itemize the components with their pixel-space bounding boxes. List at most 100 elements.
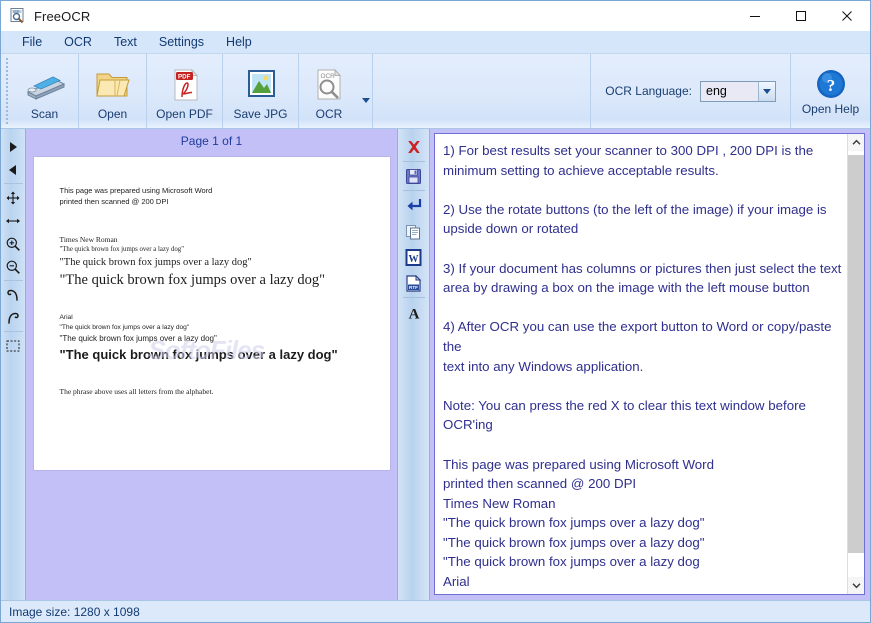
- doc-header-line-1: This page was prepared using Microsoft W…: [59, 186, 213, 195]
- save-jpg-button[interactable]: Save JPG: [223, 54, 299, 128]
- ocr-language-select[interactable]: eng: [700, 80, 776, 102]
- scrollbar-thumb[interactable]: [848, 155, 864, 553]
- save-jpg-button-label: Save JPG: [233, 107, 288, 121]
- previous-page-button[interactable]: [2, 158, 25, 181]
- open-help-label: Open Help: [801, 101, 860, 116]
- ocr-language-value: eng: [706, 84, 727, 98]
- zoom-in-button[interactable]: [2, 232, 25, 255]
- menu-settings[interactable]: Settings: [148, 33, 215, 51]
- doc-header-line-2: printed then scanned @ 200 DPI: [59, 197, 169, 206]
- ocr-button[interactable]: OCR OCR: [299, 54, 359, 128]
- clear-text-button[interactable]: [401, 134, 427, 160]
- freeocr-window: OCR FreeOCR File OCR Text Settings Help: [0, 0, 871, 623]
- chevron-up-icon[interactable]: [848, 134, 864, 151]
- ocr-text-box[interactable]: 1) For best results set your scanner to …: [434, 133, 865, 595]
- ocr-language-group: OCR Language: eng: [590, 54, 790, 128]
- menu-help[interactable]: Help: [215, 33, 263, 51]
- text-action-toolbar: W RTF A: [397, 129, 430, 600]
- svg-text:A: A: [408, 306, 419, 321]
- menu-file[interactable]: File: [11, 33, 53, 51]
- doc-section-1-line-2: "The quick brown fox jumps over a lazy d…: [59, 257, 252, 268]
- doc-section-1-title: Times New Roman: [59, 235, 118, 244]
- open-help-button[interactable]: ? Open Help: [790, 54, 870, 128]
- doc-spacer: [60, 291, 390, 313]
- image-picture-icon: [242, 65, 280, 105]
- nav-divider: [3, 280, 23, 281]
- window-controls: [732, 1, 870, 31]
- scan-button-label: Scan: [30, 107, 59, 121]
- copy-to-clipboard-button[interactable]: [401, 218, 427, 244]
- save-text-button[interactable]: [401, 163, 427, 189]
- rotate-left-button[interactable]: [2, 283, 25, 306]
- scan-button[interactable]: Scan: [11, 54, 79, 128]
- close-button[interactable]: [824, 1, 870, 31]
- open-pdf-button-label: Open PDF: [156, 107, 213, 121]
- doc-section-1-line-3: "The quick brown fox jumps over a lazy d…: [59, 272, 326, 288]
- doc-section-2-line-3: "The quick brown fox jumps over a lazy d…: [59, 347, 338, 362]
- action-divider: [402, 190, 425, 191]
- zoom-out-button[interactable]: [2, 255, 25, 278]
- svg-text:PDF: PDF: [178, 74, 191, 81]
- doc-section-1-line-1: "The quick brown fox jumps over a lazy d…: [59, 246, 184, 253]
- menu-text[interactable]: Text: [103, 33, 148, 51]
- svg-text:W: W: [409, 254, 419, 265]
- svg-text:RTF: RTF: [409, 285, 418, 290]
- rotate-right-button[interactable]: [2, 306, 25, 329]
- page-indicator: Page 1 of 1: [180, 134, 243, 148]
- scanned-page[interactable]: This page was prepared using Microsoft W…: [32, 156, 391, 471]
- folder-open-icon: [93, 65, 133, 105]
- text-vertical-scrollbar[interactable]: [847, 134, 864, 594]
- doc-section-2-title: Arial: [59, 314, 73, 321]
- menu-bar: File OCR Text Settings Help: [1, 31, 870, 54]
- image-size-status: Image size: 1280 x 1098: [9, 604, 140, 619]
- doc-section-2-line-2: "The quick brown fox jumps over a lazy d…: [59, 334, 217, 343]
- font-button[interactable]: A: [401, 299, 427, 325]
- svg-text:?: ?: [826, 76, 835, 95]
- scrollbar-track[interactable]: [848, 151, 864, 577]
- image-nav-toolbar: [1, 129, 26, 600]
- scanner-document-icon: OCR: [9, 7, 27, 25]
- action-divider: [402, 161, 425, 162]
- insert-newline-button[interactable]: [401, 192, 427, 218]
- open-button[interactable]: Open: [79, 54, 147, 128]
- action-divider: [402, 297, 425, 298]
- doc-footer: The phrase above uses all letters from t…: [59, 387, 214, 396]
- title-bar: OCR FreeOCR: [1, 1, 870, 31]
- ocr-dropdown-button[interactable]: [359, 54, 373, 128]
- page-wrapper: This page was prepared using Microsoft W…: [26, 152, 397, 600]
- pdf-file-icon: PDF: [167, 65, 203, 105]
- nav-divider: [3, 183, 23, 184]
- main-toolbar: Scan Open PDF Open PDF Save JPG OCR OCR …: [1, 54, 870, 129]
- status-bar: Image size: 1280 x 1098: [1, 600, 870, 622]
- doc-section-2-line-1: "The quick brown fox jumps over a lazy d…: [59, 324, 190, 331]
- svg-text:OCR: OCR: [321, 73, 336, 80]
- open-button-label: Open: [97, 107, 128, 121]
- ocr-text-panel: 1) For best results set your scanner to …: [430, 129, 870, 600]
- toolbar-grip: [4, 58, 11, 124]
- svg-text:OCR: OCR: [13, 9, 19, 13]
- doc-spacer: [60, 207, 390, 234]
- ocr-magnifier-icon: OCR: [311, 65, 347, 105]
- export-to-word-button[interactable]: W: [401, 244, 427, 270]
- doc-spacer: [60, 364, 390, 386]
- maximize-button[interactable]: [778, 1, 824, 31]
- image-preview-panel[interactable]: Page 1 of 1 This page was prepared using…: [26, 129, 397, 600]
- next-page-button[interactable]: [2, 135, 25, 158]
- chevron-down-icon[interactable]: [758, 81, 775, 101]
- ocr-language-label: OCR Language:: [605, 84, 692, 98]
- chevron-down-icon[interactable]: [848, 577, 864, 594]
- question-mark-help-icon: ?: [814, 67, 848, 101]
- nav-divider: [3, 331, 23, 332]
- main-body: Page 1 of 1 This page was prepared using…: [1, 129, 870, 600]
- ocr-button-label: OCR: [315, 107, 343, 121]
- window-title: FreeOCR: [34, 8, 91, 24]
- ocr-text-content[interactable]: 1) For best results set your scanner to …: [435, 134, 847, 594]
- fit-width-button[interactable]: [2, 209, 25, 232]
- open-pdf-button[interactable]: PDF Open PDF: [147, 54, 223, 128]
- menu-ocr[interactable]: OCR: [53, 33, 103, 51]
- minimize-button[interactable]: [732, 1, 778, 31]
- select-area-button[interactable]: [2, 334, 25, 357]
- export-to-rtf-button[interactable]: RTF: [401, 270, 427, 296]
- pan-button[interactable]: [2, 186, 25, 209]
